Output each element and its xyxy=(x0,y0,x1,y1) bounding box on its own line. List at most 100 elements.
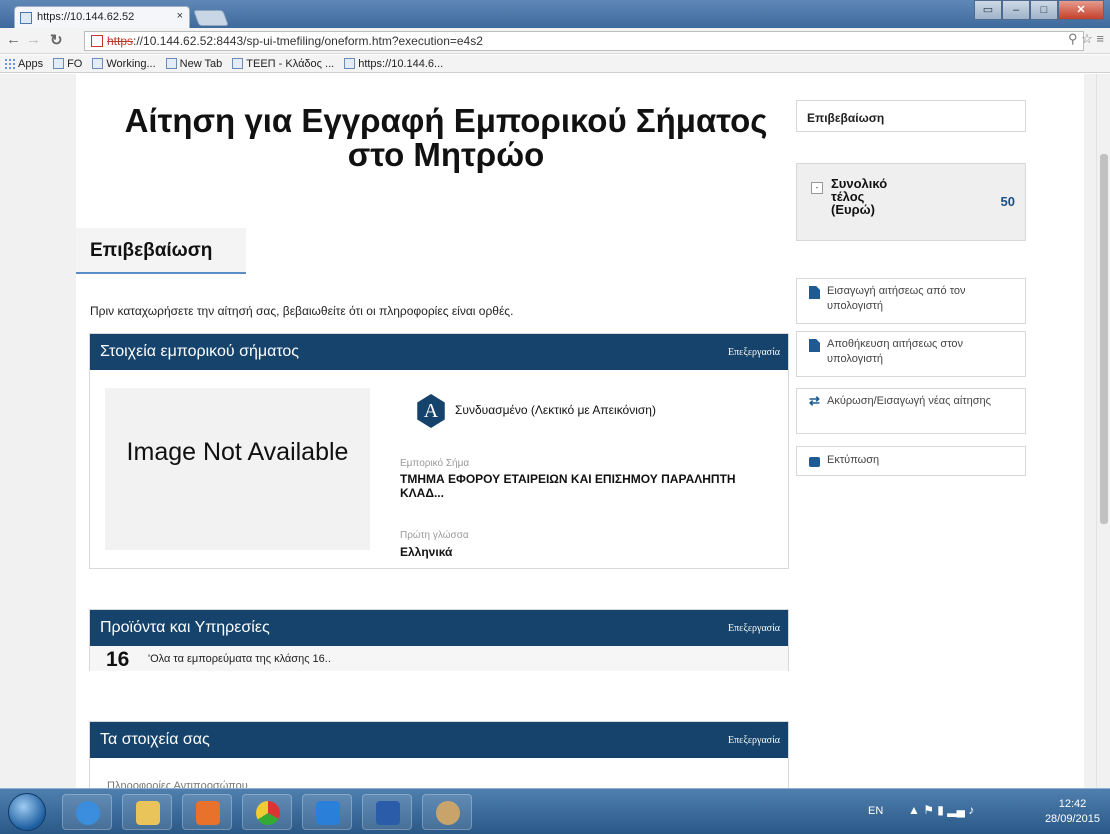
panel-header: Τα στοιχεία σας Επεξεργασία xyxy=(90,722,788,758)
tab-confirmation[interactable]: Επιβεβαίωση xyxy=(76,228,246,274)
taskbar-chrome-button[interactable] xyxy=(242,794,292,830)
back-arrow-icon[interactable]: ← xyxy=(6,31,21,48)
browser-tab[interactable]: https://10.144.62.52 × xyxy=(14,6,190,28)
bookmark-apps[interactable]: Apps xyxy=(4,58,43,70)
mark-type-text: Συνδυασμένο (Λεκτικό με Απεικόνιση) xyxy=(455,403,656,417)
print-button[interactable]: Εκτύπωση xyxy=(796,446,1026,476)
maximize-icon[interactable]: □ xyxy=(1030,0,1058,20)
close-window-icon[interactable]: ✕ xyxy=(1058,0,1104,20)
taskbar-ie-button[interactable] xyxy=(62,794,112,830)
scrollbar-thumb[interactable] xyxy=(1100,154,1108,524)
save-file-icon xyxy=(809,339,820,352)
folder-icon xyxy=(136,801,160,825)
edit-trademark-link[interactable]: Επεξεργασία xyxy=(728,347,780,358)
cancel-new-application-button[interactable]: ⇄ Ακύρωση/Εισαγωγή νέας αίτησης xyxy=(796,388,1026,434)
trademark-details-panel: Στοιχεία εμπορικού σήματος Επεξεργασία I… xyxy=(89,333,789,569)
goods-services-panel: Προϊόντα και Υπηρεσίες Επεξεργασία 16 'Ο… xyxy=(89,609,789,671)
bookmark-new-tab[interactable]: New Tab xyxy=(165,58,222,70)
bookmark-page-icon xyxy=(92,58,104,69)
action-label: Αποθήκευση αιτήσεως στον υπολογιστή xyxy=(827,338,964,365)
taskbar-paint-button[interactable] xyxy=(422,794,472,830)
import-application-button[interactable]: Εισαγωγή αιτήσεως από τον υπολογιστή xyxy=(796,278,1026,324)
trademark-image-placeholder: Image Not Available xyxy=(105,388,370,550)
edit-goods-link[interactable]: Επεξεργασία xyxy=(728,623,780,634)
teamviewer-icon xyxy=(316,801,340,825)
list-item: 16 'Ολα τα εμπορεύματα της κλάσης 16.. xyxy=(90,646,788,671)
start-button[interactable] xyxy=(8,793,46,831)
address-bar[interactable]: https://10.144.62.52:8443/sp-ui-tmefilin… xyxy=(84,31,1084,51)
page-container: Αίτηση για Εγγραφή Εμπορικού Σήματος στο… xyxy=(76,74,1084,788)
chrome-icon xyxy=(256,801,280,825)
taskbar-word-button[interactable] xyxy=(362,794,412,830)
action-label: Ακύρωση/Εισαγωγή νέας αίτησης xyxy=(827,395,991,407)
representative-subheading: Πληροφορίες Αντιπροσώπου xyxy=(107,780,248,788)
bookmarks-bar: Apps FO Working... New Tab ΤΕΕΠ - Κλάδος… xyxy=(0,55,1110,73)
bookmark-working[interactable]: Working... xyxy=(92,58,156,70)
window-controls: ▭ – □ ✕ xyxy=(974,0,1104,20)
panel-header: Στοιχεία εμπορικού σήματος Επεξεργασία xyxy=(90,334,788,370)
clock-date: 28/09/2015 xyxy=(1044,813,1100,825)
tab-title: https://10.144.62.52 xyxy=(37,11,135,23)
bookmark-teep[interactable]: ΤΕΕΠ - Κλάδος ... xyxy=(232,58,334,70)
collapse-toggle-icon[interactable]: - xyxy=(811,182,823,194)
page-scrollbar[interactable] xyxy=(1096,74,1110,788)
sidebar-step-confirmation[interactable]: Επιβεβαίωση xyxy=(796,100,1026,132)
taskbar-media-button[interactable] xyxy=(182,794,232,830)
bookmark-page-icon xyxy=(344,58,356,69)
edit-details-link[interactable]: Επεξεργασία xyxy=(728,735,780,746)
action-label: Εισαγωγή αιτήσεως από τον υπολογιστή xyxy=(827,285,966,312)
tab-close-icon[interactable]: × xyxy=(177,10,183,22)
mark-type-badge-icon: A xyxy=(417,394,445,428)
clock-time: 12:42 xyxy=(1058,798,1087,810)
forward-arrow-icon[interactable]: → xyxy=(26,31,41,48)
minimize-icon[interactable]: – xyxy=(1002,0,1030,20)
panel-title: Προϊόντα και Υπηρεσίες xyxy=(100,619,270,636)
first-language-label: Πρώτη γλώσσα xyxy=(400,530,469,541)
restore-icon[interactable]: ▭ xyxy=(974,0,1002,20)
new-tab-button[interactable] xyxy=(193,10,229,26)
bookmark-page-icon xyxy=(232,58,244,69)
os-taskbar: EN ▲ ⚑ ▮ ▂▄ ♪ 12:42 28/09/2015 xyxy=(0,788,1110,834)
total-fee-box: - Συνολικό τέλος (Ευρώ) 50 xyxy=(796,163,1026,241)
browser-titlebar: https://10.144.62.52 × ▭ – □ ✕ xyxy=(0,0,1110,28)
paint-icon xyxy=(436,801,460,825)
url-scheme: https xyxy=(107,34,134,48)
zoom-star-menu-icons[interactable]: ⚲ ☆ ≡ xyxy=(1068,31,1104,47)
first-language-value: Ελληνικά xyxy=(400,545,453,559)
page-favicon-icon xyxy=(20,12,32,24)
word-icon xyxy=(376,801,400,825)
import-file-icon xyxy=(809,286,820,299)
insecure-lock-icon xyxy=(91,35,103,47)
class-description: 'Ολα τα εμπορεύματα της κλάσης 16.. xyxy=(148,653,331,665)
panel-title: Στοιχεία εμπορικού σήματος xyxy=(100,343,300,360)
printer-icon xyxy=(809,457,820,467)
clock[interactable]: 12:42 28/09/2015 xyxy=(1045,797,1100,827)
swap-arrows-icon: ⇄ xyxy=(809,393,820,408)
mark-label: Εμπορικό Σήμα xyxy=(400,458,470,469)
page-viewport: Αίτηση για Εγγραφή Εμπορικού Σήματος στο… xyxy=(0,74,1110,788)
page-title: Αίτηση για Εγγραφή Εμπορικού Σήματος στο… xyxy=(124,102,768,173)
mark-value: ΤΜΗΜΑ ΕΦΟΡΟΥ ΕΤΑΙΡΕΙΩΝ ΚΑΙ ΕΠΙΣΗΜΟΥ ΠΑΡΑ… xyxy=(400,472,736,500)
taskbar-teamviewer-button[interactable] xyxy=(302,794,352,830)
action-label: Εκτύπωση xyxy=(827,454,880,466)
save-application-button[interactable]: Αποθήκευση αιτήσεως στον υπολογιστή xyxy=(796,331,1026,377)
ie-icon xyxy=(76,801,100,825)
system-tray: EN ▲ ⚑ ▮ ▂▄ ♪ 12:42 28/09/2015 xyxy=(860,789,1110,834)
bookmark-page-icon xyxy=(165,58,177,69)
taskbar-explorer-button[interactable] xyxy=(122,794,172,830)
bookmark-fo[interactable]: FO xyxy=(53,58,82,70)
url-path: ://10.144.62.52:8443/sp-ui-tmefiling/one… xyxy=(133,34,483,48)
language-indicator[interactable]: EN xyxy=(868,805,883,817)
total-fee-value: 50 xyxy=(1000,194,1015,209)
media-player-icon xyxy=(196,801,220,825)
reload-icon[interactable]: ↻ xyxy=(50,31,63,49)
panel-title: Τα στοιχεία σας xyxy=(100,731,210,748)
panel-header: Προϊόντα και Υπηρεσίες Επεξεργασία xyxy=(90,610,788,646)
class-number: 16 xyxy=(106,648,130,671)
your-details-panel: Τα στοιχεία σας Επεξεργασία Πληροφορίες … xyxy=(89,721,789,788)
browser-toolbar: ← → ↻ https://10.144.62.52:8443/sp-ui-tm… xyxy=(0,28,1110,54)
intro-text: Πριν καταχωρήσετε την αίτησή σας, βεβαιω… xyxy=(90,304,514,318)
bookmark-ip[interactable]: https://10.144.6... xyxy=(344,58,443,70)
total-fee-label: Συνολικό τέλος (Ευρώ) xyxy=(831,176,888,217)
tray-icons[interactable]: ▲ ⚑ ▮ ▂▄ ♪ xyxy=(908,803,974,817)
